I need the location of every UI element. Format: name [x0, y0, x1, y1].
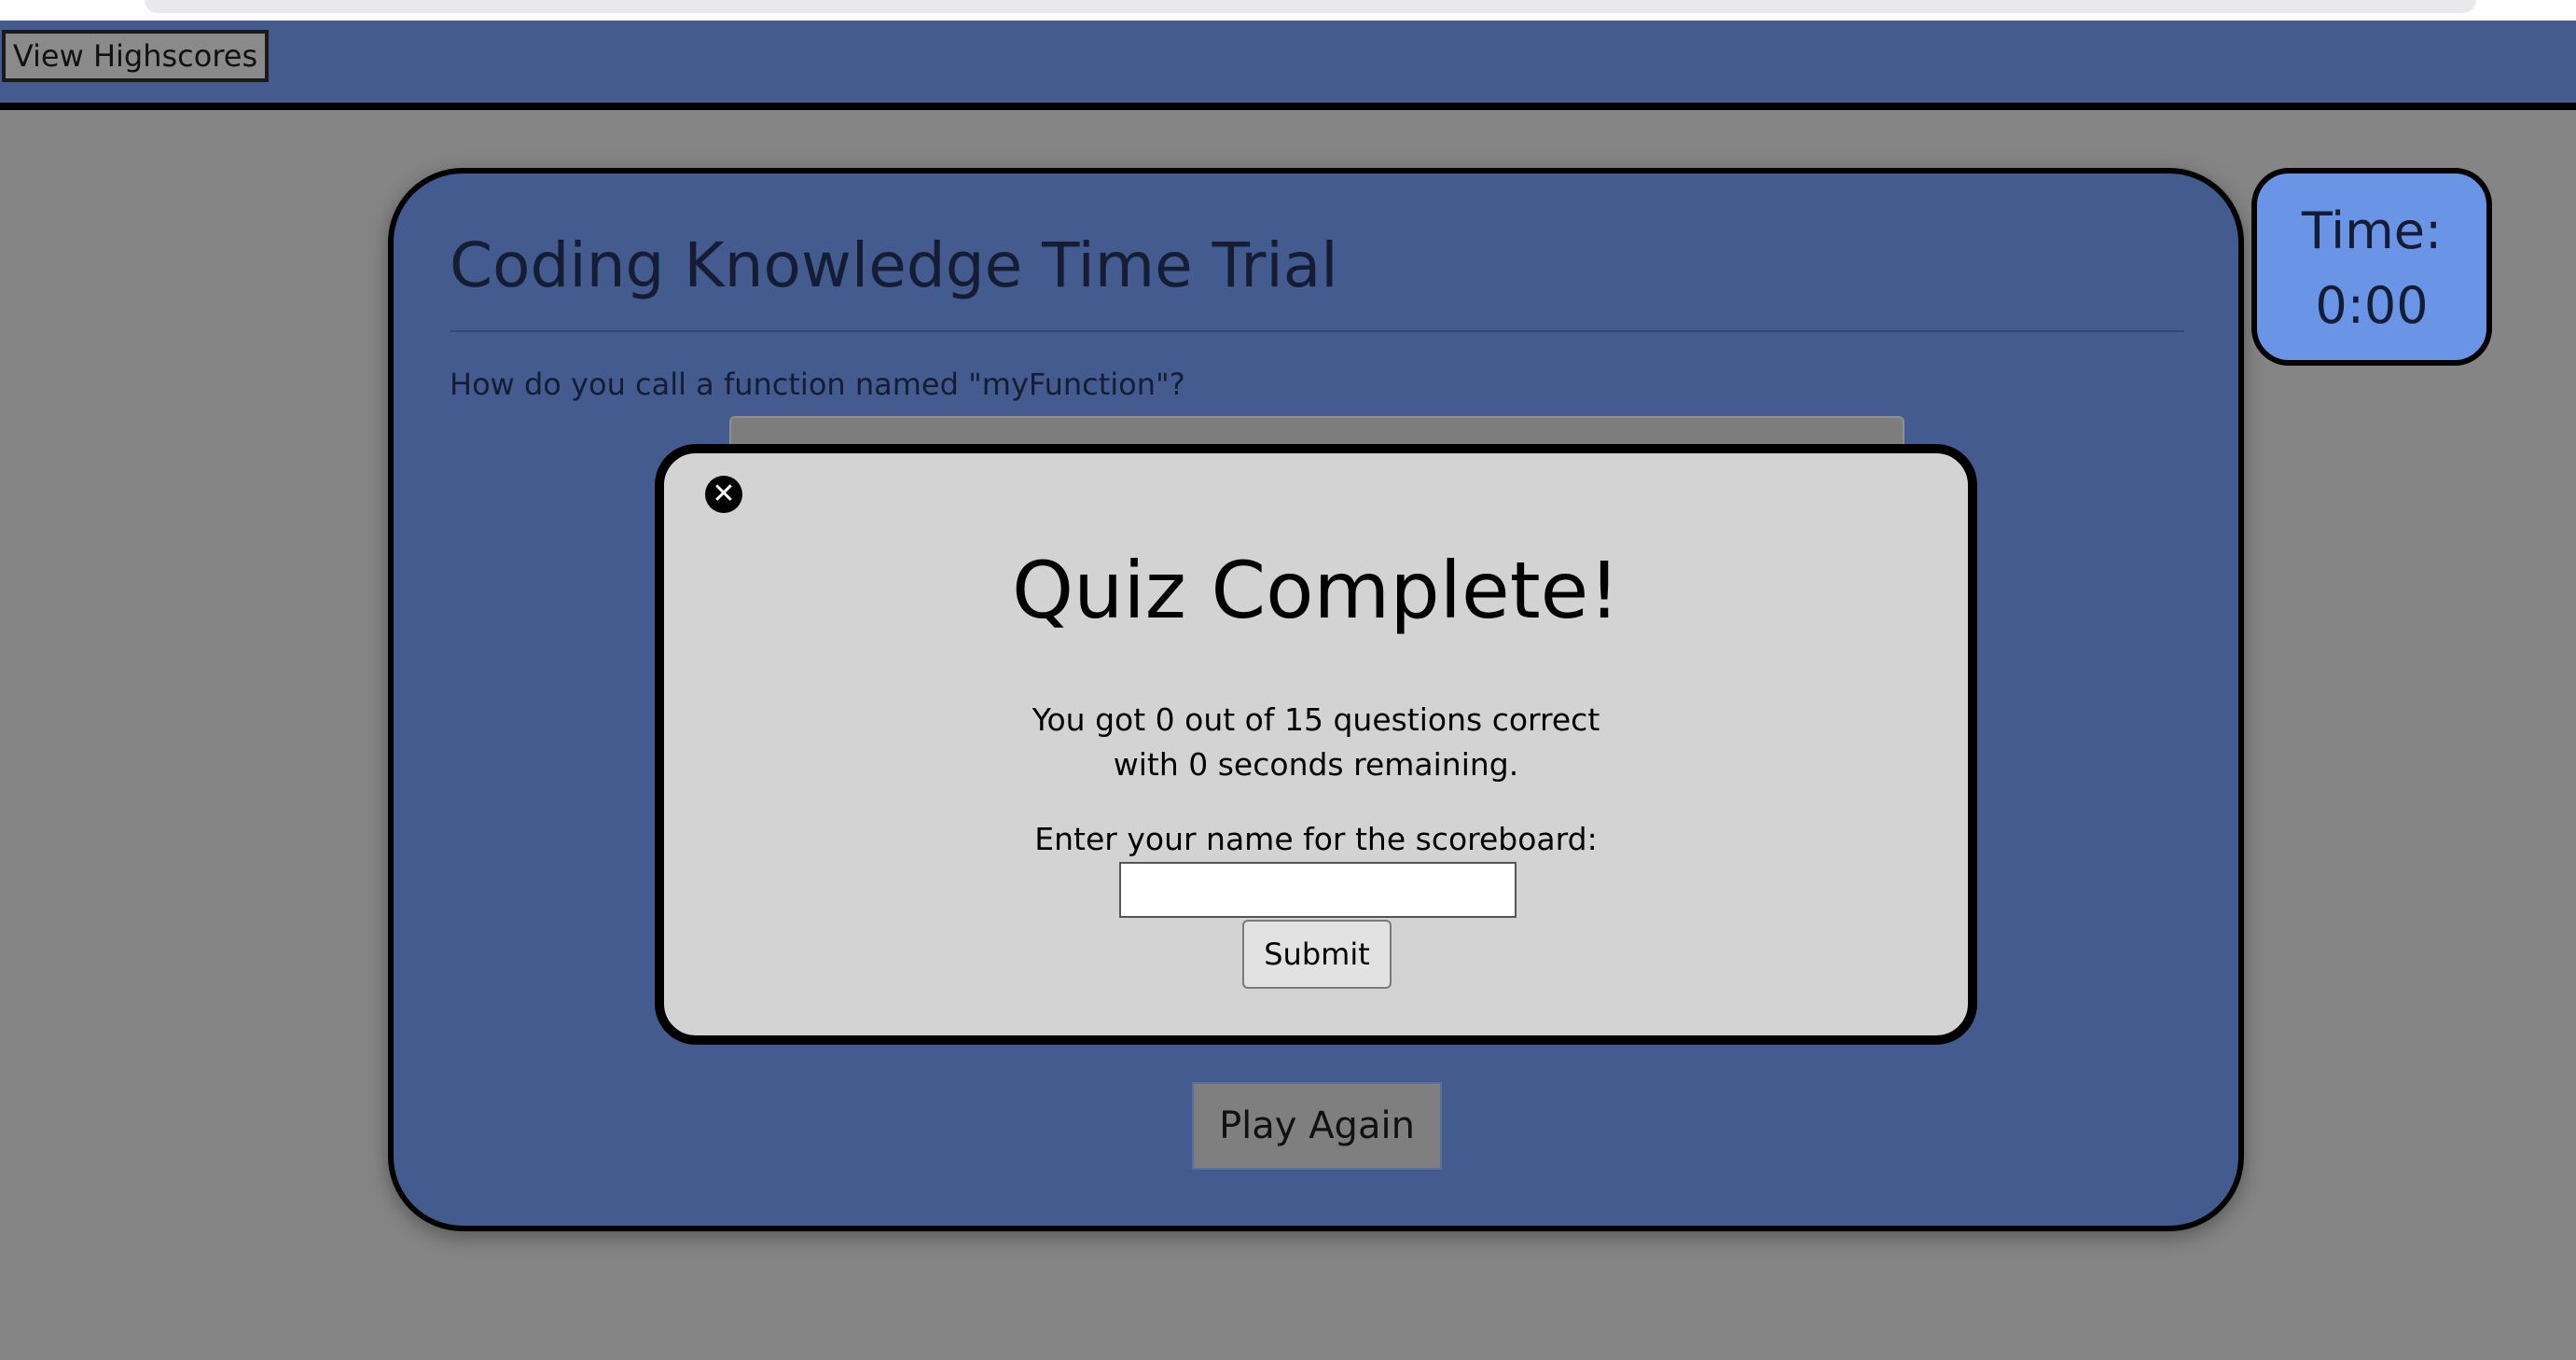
quiz-title: Coding Knowledge Time Trial	[450, 229, 1338, 301]
timer-box: Time: 0:00	[2251, 168, 2492, 366]
question-text: How do you call a function named "myFunc…	[450, 367, 1185, 402]
browser-chrome-strip	[0, 0, 2576, 21]
title-divider	[450, 330, 2184, 332]
top-nav-bar	[0, 21, 2576, 110]
timer-value: 0:00	[2315, 276, 2429, 335]
result-line-2: with 0 seconds remaining.	[1113, 746, 1519, 783]
name-prompt-label: Enter your name for the scoreboard:	[1034, 821, 1598, 857]
view-highscores-button[interactable]: View Highscores	[2, 30, 269, 82]
modal-title: Quiz Complete!	[1012, 545, 1620, 636]
result-line-1: You got 0 out of 15 questions correct	[1032, 701, 1600, 738]
name-input[interactable]	[1119, 862, 1517, 918]
close-icon[interactable]: ✕	[705, 476, 742, 513]
browser-address-bar-edge	[145, 0, 2476, 13]
submit-button[interactable]: Submit	[1242, 920, 1392, 989]
result-summary: You got 0 out of 15 questions correct wi…	[655, 698, 1977, 787]
play-again-button[interactable]: Play Again	[1192, 1082, 1442, 1170]
timer-label: Time:	[2301, 201, 2443, 260]
